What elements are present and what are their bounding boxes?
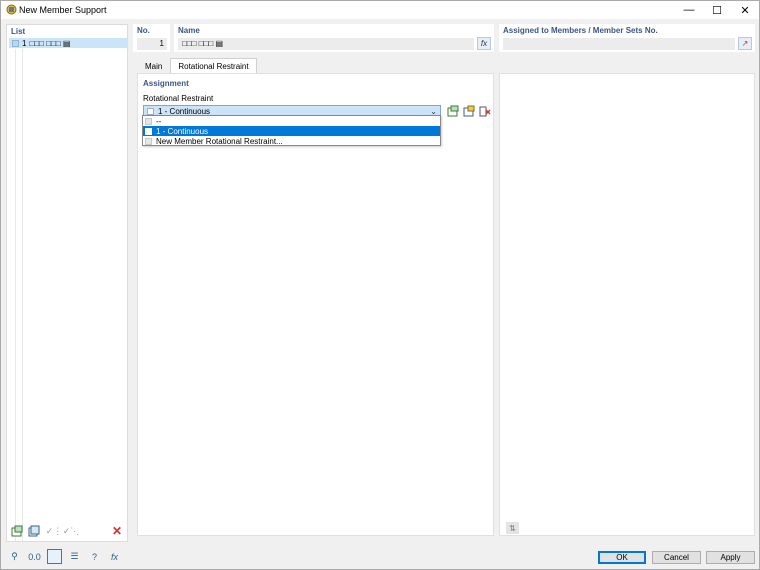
tab-bar: Main Rotational Restraint — [137, 58, 257, 73]
copy-item-icon[interactable] — [27, 524, 41, 538]
ok-button[interactable]: OK — [598, 551, 646, 564]
list-item-label: □□□ □□□ ▤ — [29, 38, 71, 48]
apply-button[interactable]: Apply — [706, 551, 755, 564]
assignment-header: Assignment — [143, 79, 189, 88]
restraint-dropdown-list: -- 1 - Continuous New Member Rotational … — [142, 115, 441, 146]
number-section: No. 1 — [133, 24, 170, 52]
number-field[interactable]: 1 — [137, 38, 167, 50]
dropdown-option-selected[interactable]: 1 - Continuous — [143, 126, 440, 136]
minimize-button[interactable]: — — [675, 1, 703, 19]
option-label: 1 - Continuous — [156, 126, 209, 136]
dropdown-option-new[interactable]: New Member Rotational Restraint... — [143, 136, 440, 146]
cancel-button[interactable]: Cancel — [652, 551, 701, 564]
tree-line — [22, 49, 23, 541]
number-header: No. — [137, 26, 150, 35]
formula-icon[interactable]: fx — [107, 549, 122, 564]
tab-rotational-restraint[interactable]: Rotational Restraint — [170, 58, 257, 73]
window-title: New Member Support — [19, 5, 107, 15]
list-item[interactable]: 1 □□□ □□□ ▤ — [9, 38, 128, 48]
rotational-restraint-label: Rotational Restraint — [143, 94, 214, 103]
app-icon — [6, 4, 17, 15]
list-header: List — [11, 27, 26, 36]
tree-line — [15, 49, 16, 541]
preview-settings-icon[interactable]: ⇅ — [506, 522, 519, 534]
bottom-toolbar: ⚲ 0.0 ☰ ? fx — [7, 549, 122, 564]
close-button[interactable]: ✕ — [731, 1, 759, 19]
assigned-members-field[interactable] — [503, 38, 735, 50]
name-header: Name — [178, 26, 200, 35]
pick-restraint-icon[interactable] — [478, 104, 492, 118]
preview-panel: ⇅ — [499, 73, 755, 536]
support-icon — [12, 39, 19, 47]
option-icon — [145, 127, 152, 135]
tab-main[interactable]: Main — [137, 58, 170, 73]
option-label: New Member Rotational Restraint... — [156, 136, 283, 146]
new-item-icon[interactable] — [10, 524, 24, 538]
tree-icon[interactable]: ☰ — [67, 549, 82, 564]
uncheck-all-icon[interactable]: ✓⋱ — [63, 524, 80, 538]
help-icon[interactable]: ? — [87, 549, 102, 564]
edit-restraint-icon[interactable] — [462, 104, 476, 118]
combo-toolbar — [446, 104, 492, 118]
option-label: -- — [156, 116, 162, 126]
formula-button[interactable]: fx — [477, 37, 491, 50]
list-toolbar: ✓⋮ ✓⋱ ✕ — [6, 524, 128, 540]
assigned-section: Assigned to Members / Member Sets No. ↗ — [499, 24, 755, 52]
view-icon[interactable] — [47, 549, 62, 564]
list-panel: List 1 □□□ □□□ ▤ — [6, 24, 128, 542]
option-icon — [145, 117, 152, 125]
option-icon — [145, 137, 152, 145]
delete-icon[interactable]: ✕ — [110, 524, 124, 538]
assigned-header: Assigned to Members / Member Sets No. — [503, 26, 658, 35]
restraint-icon — [147, 108, 154, 115]
dialog-window: New Member Support — ☐ ✕ List 1 □□□ □□□ … — [0, 0, 760, 570]
check-all-icon[interactable]: ✓⋮ — [46, 524, 63, 538]
search-icon[interactable]: ⚲ — [7, 549, 22, 564]
pick-members-icon[interactable]: ↗ — [738, 37, 752, 50]
new-restraint-icon[interactable] — [446, 104, 460, 118]
units-icon[interactable]: 0.0 — [27, 549, 42, 564]
list-item-number: 1 — [22, 38, 27, 48]
title-bar: New Member Support — ☐ ✕ — [1, 1, 759, 19]
dropdown-option[interactable]: -- — [143, 116, 440, 126]
name-field[interactable]: □□□ □□□ ▤ — [178, 38, 474, 50]
maximize-button[interactable]: ☐ — [703, 1, 731, 19]
name-section: Name □□□ □□□ ▤ fx — [174, 24, 494, 52]
